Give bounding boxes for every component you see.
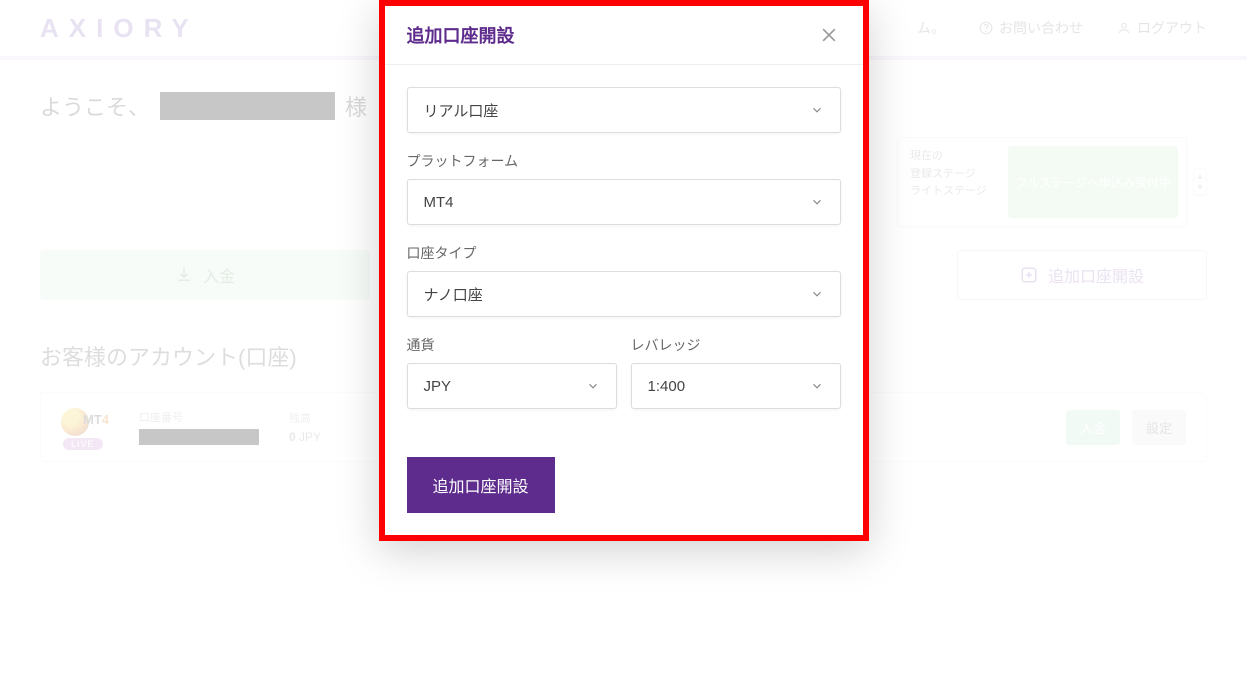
chevron-down-icon — [810, 103, 824, 117]
account-type-label: 口座タイプ — [407, 243, 841, 263]
leverage-value: 1:400 — [648, 378, 686, 395]
add-account-modal: 追加口座開設 リアル口座 プラットフォーム MT4 口座タイプ — [379, 0, 869, 541]
chevron-down-icon — [810, 379, 824, 393]
currency-label: 通貨 — [407, 335, 617, 355]
platform-select[interactable]: MT4 — [407, 179, 841, 225]
account-mode-value: リアル口座 — [424, 100, 499, 121]
close-icon — [819, 25, 839, 45]
account-type-select[interactable]: ナノ口座 — [407, 271, 841, 317]
modal-submit-button[interactable]: 追加口座開設 — [407, 457, 555, 513]
currency-value: JPY — [424, 378, 452, 395]
modal-title: 追加口座開設 — [407, 22, 515, 48]
leverage-select[interactable]: 1:400 — [631, 363, 841, 409]
platform-label: プラットフォーム — [407, 151, 841, 171]
leverage-label: レバレッジ — [631, 335, 841, 355]
modal-close-button[interactable] — [817, 23, 841, 47]
platform-value: MT4 — [424, 194, 454, 211]
account-type-value: ナノ口座 — [424, 284, 483, 305]
currency-select[interactable]: JPY — [407, 363, 617, 409]
chevron-down-icon — [810, 195, 824, 209]
account-mode-select[interactable]: リアル口座 — [407, 87, 841, 133]
chevron-down-icon — [586, 379, 600, 393]
chevron-down-icon — [810, 287, 824, 301]
